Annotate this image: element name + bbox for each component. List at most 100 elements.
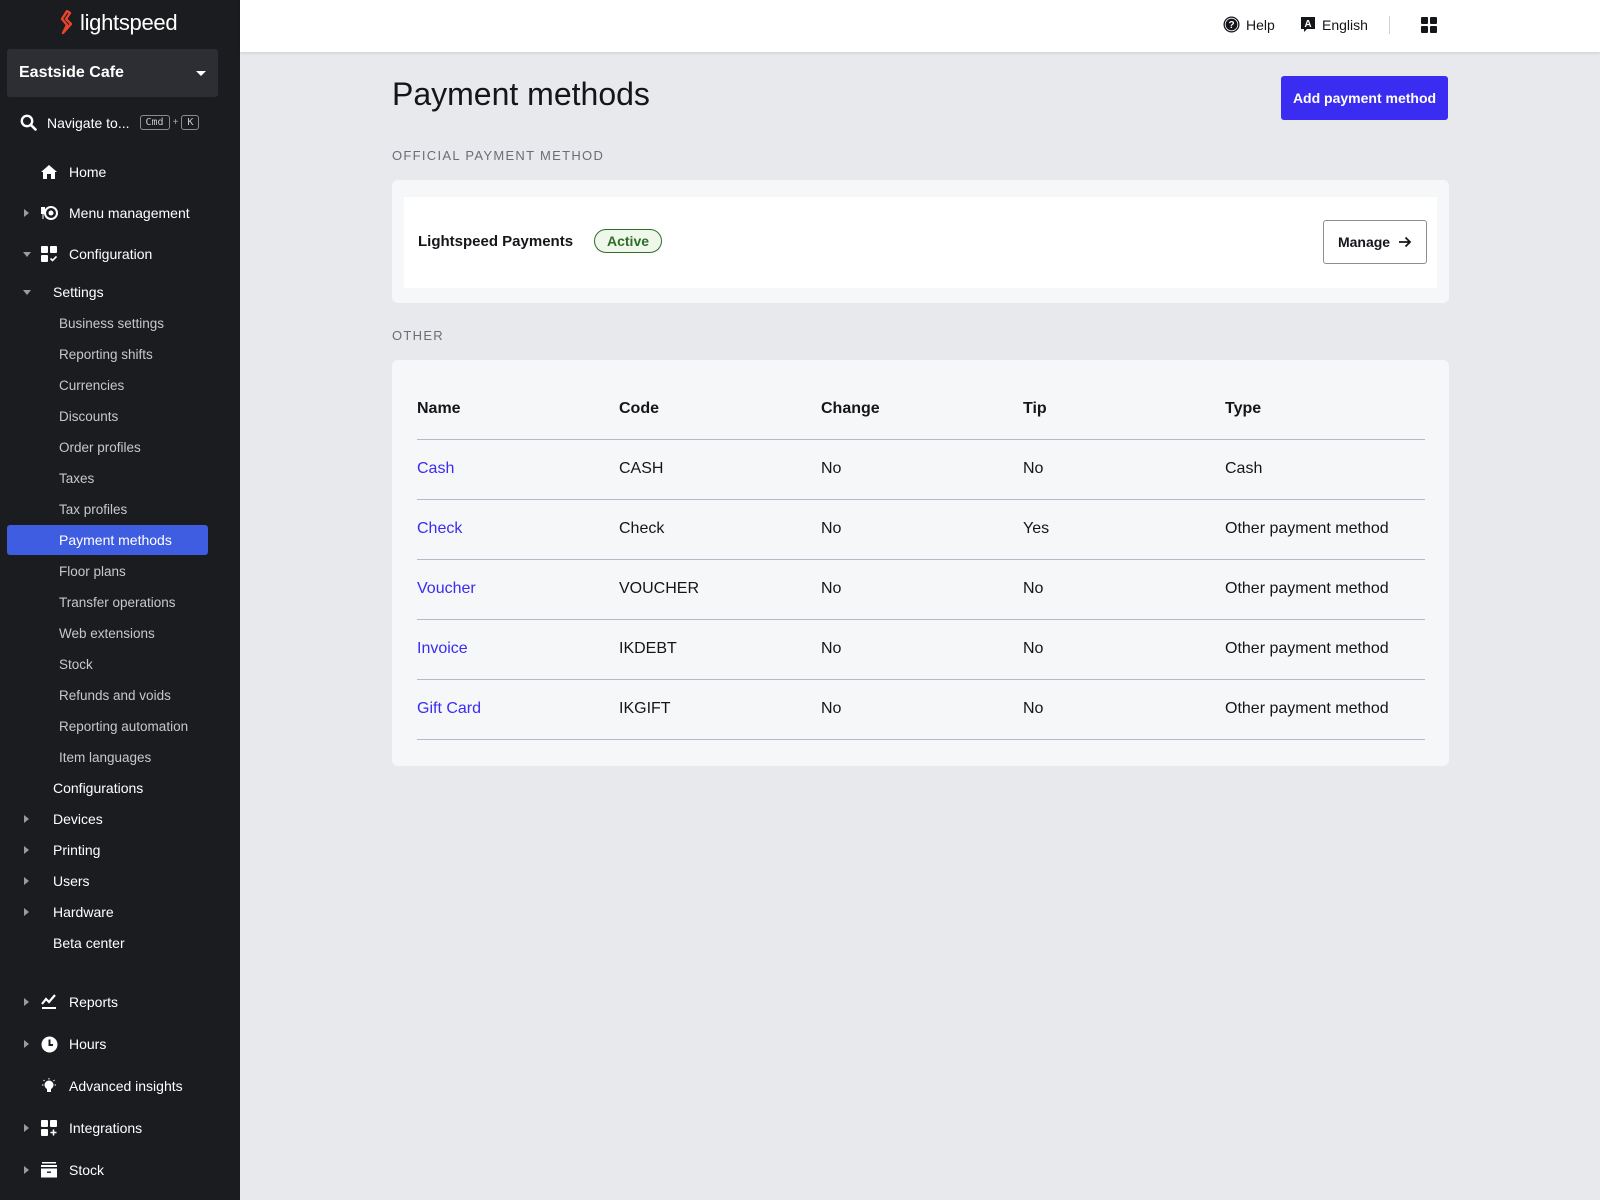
svg-text:A: A — [1304, 19, 1311, 30]
sidebar-item-taxes[interactable]: Taxes — [0, 463, 240, 493]
table-row: Gift Card IKGIFT No No Other payment met… — [417, 679, 1425, 740]
sidebar-item-transfer-operations[interactable]: Transfer operations — [0, 587, 240, 617]
sidebar-item-label: Item languages — [59, 749, 152, 765]
help-button[interactable]: ? Help — [1223, 16, 1275, 33]
sidebar-item-label: Taxes — [59, 470, 95, 486]
sidebar-item-devices[interactable]: Devices — [0, 804, 240, 834]
apps-menu-button[interactable] — [1421, 17, 1437, 38]
sidebar-item-printing[interactable]: Printing — [0, 835, 240, 865]
sidebar-item-configuration[interactable]: Configuration — [0, 239, 240, 269]
payment-name-link[interactable]: Cash — [417, 460, 454, 477]
other-payments-card: Name Code Change Tip Type Cash CASH No N… — [392, 360, 1449, 766]
sidebar-item-label: Reports — [69, 994, 119, 1010]
shortcut-key-k: K — [181, 115, 200, 130]
store-name: Eastside Cafe — [19, 64, 124, 81]
sidebar-item-reports[interactable]: Reports — [0, 987, 240, 1017]
payment-tip: Yes — [1023, 499, 1225, 560]
sidebar-item-item-languages[interactable]: Item languages — [0, 742, 240, 772]
sidebar-item-settings[interactable]: Settings — [0, 277, 240, 307]
payment-code: CASH — [619, 439, 821, 500]
manage-button[interactable]: Manage — [1323, 220, 1427, 264]
page-title: Payment methods — [392, 76, 650, 112]
payment-name-link[interactable]: Gift Card — [417, 700, 481, 717]
sidebar: lightspeed Eastside Cafe Navigate to... … — [0, 0, 240, 1200]
column-header-change[interactable]: Change — [821, 380, 1023, 440]
add-payment-method-button[interactable]: Add payment method — [1281, 76, 1448, 120]
lightbulb-icon — [40, 1077, 58, 1095]
language-selector[interactable]: A English — [1300, 16, 1368, 33]
sidebar-item-payment-methods[interactable]: Payment methods — [7, 525, 208, 555]
payment-name-link[interactable]: Voucher — [417, 580, 476, 597]
lightspeed-logo[interactable]: lightspeed — [58, 10, 178, 36]
store-selector[interactable]: Eastside Cafe — [7, 49, 218, 97]
sidebar-item-discounts[interactable]: Discounts — [0, 401, 240, 431]
sidebar-item-label: Floor plans — [59, 563, 126, 579]
sidebar-item-floor-plans[interactable]: Floor plans — [0, 556, 240, 586]
sidebar-item-reporting-shifts[interactable]: Reporting shifts — [0, 339, 240, 369]
sidebar-item-label: Configuration — [69, 246, 153, 262]
table-header-row: Name Code Change Tip Type — [417, 380, 1425, 440]
chevron-right-icon — [24, 908, 29, 916]
column-header-code[interactable]: Code — [619, 380, 821, 440]
language-icon: A — [1301, 17, 1315, 32]
table-row: Voucher VOUCHER No No Other payment meth… — [417, 559, 1425, 620]
topbar-divider — [1389, 16, 1390, 34]
payment-tip: No — [1023, 559, 1225, 620]
column-header-name[interactable]: Name — [417, 380, 619, 440]
sidebar-item-label: Tax profiles — [59, 501, 128, 517]
clock-icon — [40, 1035, 58, 1053]
sidebar-item-tax-profiles[interactable]: Tax profiles — [0, 494, 240, 524]
menu-management-icon — [40, 204, 58, 222]
sidebar-item-hours[interactable]: Hours — [0, 1029, 240, 1059]
sidebar-item-integrations[interactable]: Integrations — [0, 1113, 240, 1143]
integrations-icon — [40, 1119, 58, 1137]
sidebar-item-advanced-insights[interactable]: Advanced insights — [0, 1071, 240, 1101]
column-header-type[interactable]: Type — [1225, 380, 1425, 440]
sidebar-item-business-settings[interactable]: Business settings — [0, 308, 240, 338]
chevron-right-icon — [24, 1040, 29, 1048]
navigate-to-search[interactable]: Navigate to... Cmd + K — [20, 114, 200, 131]
sidebar-item-menu-management[interactable]: Menu management — [0, 198, 240, 228]
column-header-tip[interactable]: Tip — [1023, 380, 1225, 440]
chevron-right-icon — [24, 815, 29, 823]
official-payment-card: Lightspeed Payments Active Manage — [392, 180, 1449, 303]
sidebar-item-users[interactable]: Users — [0, 866, 240, 896]
help-icon: ? — [1223, 16, 1240, 33]
shortcut-plus: + — [172, 117, 179, 128]
sidebar-item-label: Refunds and voids — [59, 687, 171, 703]
logo-text: lightspeed — [80, 10, 178, 35]
sidebar-item-currencies[interactable]: Currencies — [0, 370, 240, 400]
help-label: Help — [1246, 16, 1275, 33]
chevron-right-icon — [24, 1124, 29, 1132]
sidebar-item-reporting-automation[interactable]: Reporting automation — [0, 711, 240, 741]
sidebar-item-refunds-and-voids[interactable]: Refunds and voids — [0, 680, 240, 710]
sidebar-item-order-profiles[interactable]: Order profiles — [0, 432, 240, 462]
chevron-down-icon — [23, 251, 31, 257]
sidebar-item-label: Order profiles — [59, 439, 141, 455]
chevron-right-icon — [24, 877, 29, 885]
sidebar-item-stock-settings[interactable]: Stock — [0, 649, 240, 679]
payment-type: Other payment method — [1225, 499, 1425, 560]
payment-name-link[interactable]: Invoice — [417, 640, 468, 657]
official-payment-row: Lightspeed Payments Active Manage — [404, 197, 1437, 288]
payment-name-link[interactable]: Check — [417, 520, 462, 537]
payment-change: No — [821, 619, 1023, 680]
sidebar-item-label: Hours — [69, 1036, 107, 1052]
sidebar-item-label: Reporting shifts — [59, 346, 153, 362]
payment-change: No — [821, 559, 1023, 620]
sidebar-item-stock[interactable]: Stock — [0, 1155, 240, 1185]
sidebar-item-home[interactable]: Home — [0, 157, 240, 187]
other-section-label: OTHER — [392, 328, 444, 343]
sidebar-item-label: Devices — [53, 811, 103, 827]
sidebar-item-configurations[interactable]: Configurations — [0, 773, 240, 803]
sidebar-item-beta-center[interactable]: Beta center — [0, 928, 240, 958]
manage-label: Manage — [1337, 234, 1391, 250]
sidebar-item-web-extensions[interactable]: Web extensions — [0, 618, 240, 648]
sidebar-item-label: Reporting automation — [59, 718, 189, 734]
sidebar-item-hardware[interactable]: Hardware — [0, 897, 240, 927]
shortcut-key-cmd: Cmd — [139, 115, 170, 130]
sidebar-item-label: Payment methods — [59, 532, 172, 548]
lightspeed-flame-icon — [60, 10, 73, 35]
payment-change: No — [821, 679, 1023, 740]
chevron-right-icon — [24, 1166, 29, 1174]
